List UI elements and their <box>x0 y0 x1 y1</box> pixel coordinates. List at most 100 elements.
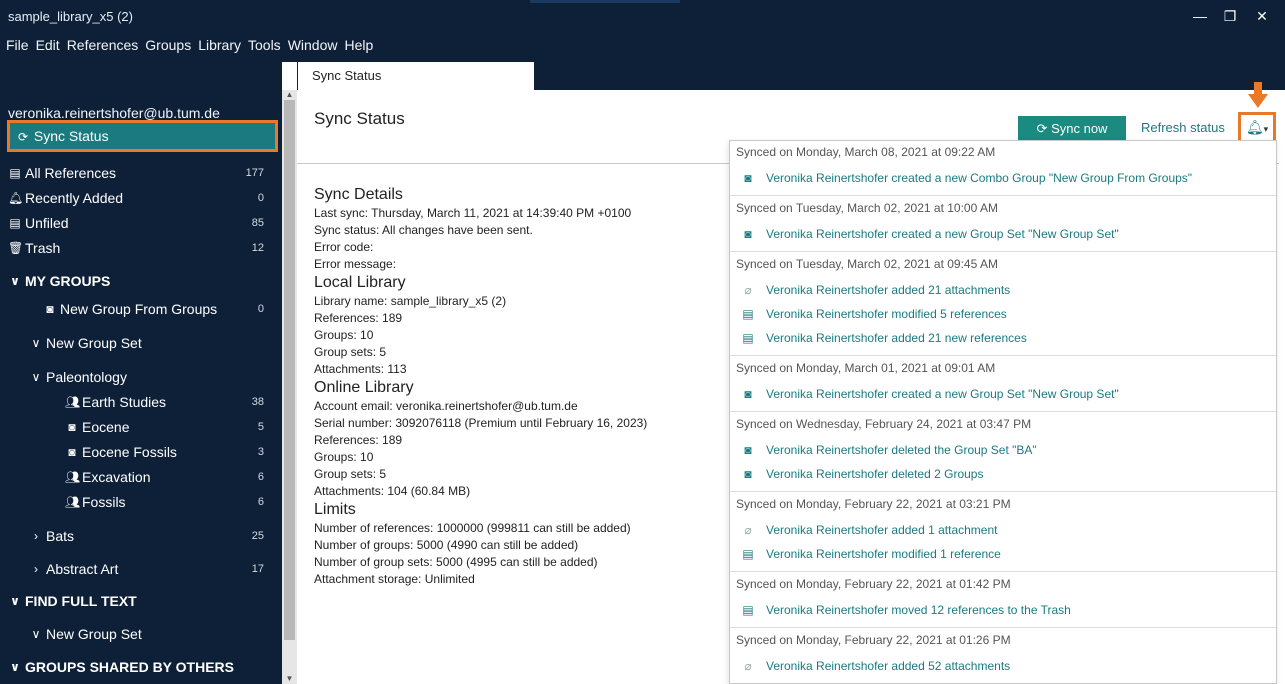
sync-date: Synced on Wednesday, February 24, 2021 a… <box>736 417 1032 431</box>
sidebar-item-recently-added[interactable]: 🔔︎ Recently Added 0 <box>0 186 282 210</box>
sidebar-item-eocene[interactable]: ◙ Eocene 5 <box>0 415 282 439</box>
sidebar-item-earth-studies[interactable]: 👥︎ Earth Studies 38 <box>0 390 282 414</box>
divider <box>730 491 1276 492</box>
unfiled-icon: ▤ <box>9 216 21 230</box>
notification-text: Veronika Reinertshofer created a new Gro… <box>766 387 1119 401</box>
menu-file[interactable]: File <box>6 37 29 53</box>
sidebar-item-new-group-set[interactable]: ∨ New Group Set <box>0 331 282 355</box>
sidebar-item-new-group-set-2[interactable]: ∨ New Group Set <box>0 622 282 646</box>
notification-item[interactable]: ⌀ Veronika Reinertshofer added 21 attachm… <box>740 283 1010 297</box>
close-button[interactable]: ✕ <box>1247 8 1277 25</box>
sidebar-item-label: Earth Studies <box>82 394 167 410</box>
item-count: 6 <box>257 496 264 508</box>
detail-line: Number of references: 1000000 (999811 ca… <box>314 521 631 535</box>
detail-line: Library name: sample_library_x5 (2) <box>314 294 507 308</box>
shared-group-icon: 👥︎ <box>65 470 81 484</box>
notification-item[interactable]: ⌀ Veronika Reinertshofer added 52 attachm… <box>740 659 1010 673</box>
notification-text: Veronika Reinertshofer added 1 attachmen… <box>766 523 998 537</box>
sidebar-item-excavation[interactable]: 👥︎ Excavation 6 <box>0 465 282 489</box>
detail-line: Group sets: 5 <box>314 345 387 359</box>
menu-edit[interactable]: Edit <box>36 37 60 53</box>
restore-button[interactable]: ❐ <box>1215 8 1245 25</box>
chevron-down-icon: ∨ <box>31 370 41 384</box>
sidebar-item-label: New Group Set <box>46 626 142 642</box>
sidebar-item-fossils[interactable]: 👥︎ Fossils 6 <box>0 490 282 514</box>
notification-text: Veronika Reinertshofer modified 5 refere… <box>766 307 1007 321</box>
sidebar-item-label: Fossils <box>82 494 126 510</box>
menu-help[interactable]: Help <box>344 37 373 53</box>
sidebar-section-my-groups[interactable]: ∨ MY GROUPS <box>0 269 282 293</box>
refresh-status-link[interactable]: Refresh status <box>1141 120 1225 135</box>
notification-item[interactable]: ▤ Veronika Reinertshofer moved 12 referen… <box>740 603 1071 617</box>
sync-date: Synced on Monday, February 22, 2021 at 0… <box>736 577 1011 591</box>
notifications-button[interactable]: 🔔︎▾ <box>1238 112 1276 143</box>
notification-item[interactable]: ◙ Veronika Reinertshofer created a new Gr… <box>740 227 1119 241</box>
sidebar-item-paleontology[interactable]: ∨ Paleontology <box>0 365 282 389</box>
section-heading: Online Library <box>314 379 414 396</box>
sidebar-section-find-full-text[interactable]: ∨ FIND FULL TEXT <box>0 589 282 613</box>
tab-sync-status[interactable]: Sync Status <box>298 62 534 90</box>
window-title: sample_library_x5 (2) <box>8 9 133 24</box>
sync-icon: ⟳ <box>1036 121 1048 136</box>
sidebar-item-abstract-art[interactable]: › Abstract Art 17 <box>0 557 282 581</box>
notification-item[interactable]: ▤ Veronika Reinertshofer modified 1 refer… <box>740 547 1000 561</box>
menu-tools[interactable]: Tools <box>248 37 281 53</box>
sidebar-item-label: Abstract Art <box>46 561 119 577</box>
sidebar-item-bats[interactable]: › Bats 25 <box>0 524 282 548</box>
detail-line: Attachment storage: Unlimited <box>314 572 475 586</box>
detail-line: Groups: 10 <box>314 328 374 342</box>
detail-line: Sync status: All changes have been sent. <box>314 223 533 237</box>
sidebar-item-eocene-fossils[interactable]: ◙ Eocene Fossils 3 <box>0 440 282 464</box>
sidebar-section-groups-shared[interactable]: ∨ GROUPS SHARED BY OTHERS <box>0 655 282 679</box>
item-count: 12 <box>251 242 264 254</box>
scroll-up-icon[interactable]: ▲ <box>284 90 295 100</box>
dropdown-arrow-icon: ▾ <box>1263 124 1269 134</box>
scroll-thumb[interactable] <box>284 100 295 640</box>
sidebar-item-trash[interactable]: 🗑︎ Trash 12 <box>0 236 282 260</box>
sidebar-item-all-references[interactable]: ▤ All References 177 <box>0 161 282 185</box>
menu-references[interactable]: References <box>67 37 139 53</box>
sidebar-item-unfiled[interactable]: ▤ Unfiled 85 <box>0 211 282 235</box>
sidebar-item-label: Bats <box>46 528 75 544</box>
chevron-right-icon: › <box>34 529 38 543</box>
notification-item[interactable]: ⌀ Veronika Reinertshofer added 1 attachme… <box>740 523 997 537</box>
notification-item[interactable]: ▤ Veronika Reinertshofer modified 5 refer… <box>740 307 1007 321</box>
sidebar-item-label: Sync Status <box>33 128 109 144</box>
sidebar-item-label: New Group From Groups <box>60 301 218 317</box>
notification-item[interactable]: ◙ Veronika Reinertshofer created a new Gr… <box>740 387 1119 401</box>
page-title: Sync Status <box>314 109 405 128</box>
detail-line: References: 189 <box>314 311 403 325</box>
menu-window[interactable]: Window <box>288 37 338 53</box>
notification-item[interactable]: ◙ Veronika Reinertshofer created a new Co… <box>740 171 1192 185</box>
notification-text: Veronika Reinertshofer deleted 2 Groups <box>766 467 984 481</box>
notification-item[interactable]: ◙ Veronika Reinertshofer deleted the Grou… <box>740 443 1037 457</box>
bell-icon: 🔔︎ <box>1245 119 1264 135</box>
divider <box>730 195 1276 196</box>
notification-text: Veronika Reinertshofer created a new Gro… <box>766 227 1119 241</box>
sync-icon: ⟳ <box>17 130 29 144</box>
detail-line: Groups: 10 <box>314 450 374 464</box>
detail-line: Number of groups: 5000 (4990 can still b… <box>314 538 579 552</box>
sidebar-item-sync-status[interactable]: ⟳ Sync Status <box>7 120 278 152</box>
sidebar-item-new-group-from-groups[interactable]: ◙ New Group From Groups 0 <box>0 297 282 321</box>
chevron-down-icon: ∨ <box>10 274 20 288</box>
chevron-down-icon: ∨ <box>31 336 41 350</box>
notification-text: Veronika Reinertshofer added 52 attachme… <box>766 659 1011 673</box>
references-icon: ▤ <box>9 166 21 180</box>
notification-item[interactable]: ▤ Veronika Reinertshofer added 21 new ref… <box>740 331 1027 345</box>
notification-item[interactable]: ◙ Veronika Reinertshofer deleted 2 Groups <box>740 467 983 481</box>
chevron-down-icon: ∨ <box>10 660 20 674</box>
section-heading: Limits <box>314 501 356 518</box>
sidebar-item-label: Recently Added <box>25 190 124 206</box>
sidebar: veronika.reinertshofer@ub.tum.de ⟳ Sync … <box>0 62 282 684</box>
menu-library[interactable]: Library <box>198 37 241 53</box>
minimize-button[interactable]: — <box>1185 8 1215 24</box>
attachment-icon: ⌀ <box>744 523 752 537</box>
scroll-down-icon[interactable]: ▼ <box>284 674 295 684</box>
menu-groups[interactable]: Groups <box>145 37 191 53</box>
item-count: 0 <box>257 303 264 315</box>
sync-now-button[interactable]: ⟳ Sync now <box>1018 116 1126 142</box>
combo-group-icon: ◙ <box>68 445 76 459</box>
notification-text: Veronika Reinertshofer deleted the Group… <box>766 443 1037 457</box>
sidebar-scrollbar[interactable]: ▲ ▼ <box>282 90 297 684</box>
